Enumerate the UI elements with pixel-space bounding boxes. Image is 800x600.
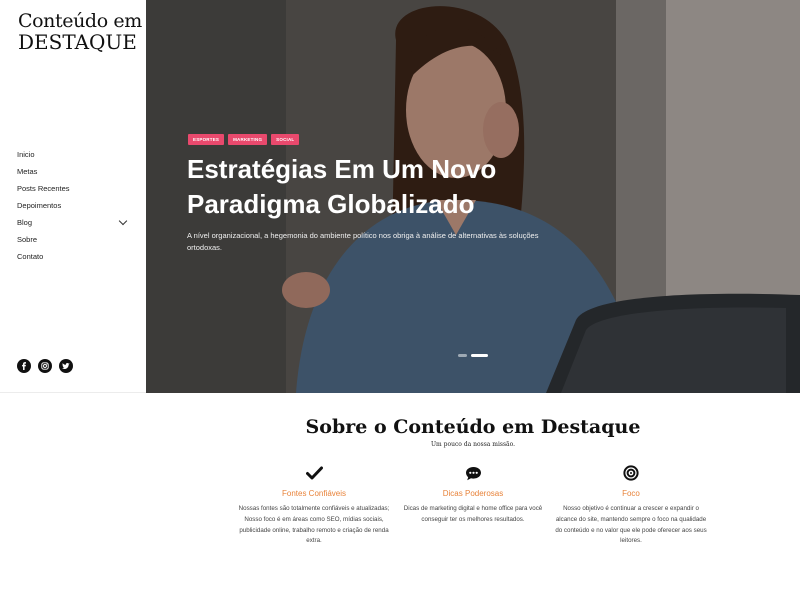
logo-line-1: Conteúdo em [18,10,142,32]
hero-title[interactable]: Estratégias Em Um Novo Paradigma Globali… [187,152,527,222]
nav-item-metas[interactable]: Metas [17,163,129,180]
nav-item-label: Contato [17,252,44,261]
hero-title-line-2: Paradigma Globalizado [187,189,475,219]
logo-line-2: DESTAQUE [18,30,137,54]
chevron-down-icon[interactable] [118,216,128,226]
hero-slider: ESPORTES MARKETING SOCIAL Estratégias Em… [146,0,800,393]
instagram-icon[interactable] [38,359,52,373]
nav-item-inicio[interactable]: Inicio [17,146,129,163]
chat-bubble-icon [393,463,553,483]
nav-item-contato[interactable]: Contato [17,248,129,265]
nav-item-label: Metas [17,167,38,176]
feature-fontes-confiaveis: Fontes Confiáveis Nossas fontes são tota… [234,463,394,547]
slider-dot-2[interactable] [471,354,488,357]
check-icon [234,463,394,483]
feature-foco: Foco Nosso objetivo é continuar a cresce… [551,463,711,547]
twitter-icon[interactable] [59,359,73,373]
facebook-icon[interactable] [17,359,31,373]
nav-item-label: Blog [17,218,33,227]
feature-text: Nossas fontes são totalmente confiáveis … [238,505,390,545]
nav-item-sobre[interactable]: Sobre [17,231,129,248]
slider-pagination [458,354,488,357]
main-nav: Inicio Metas Posts Recentes Depoimentos … [17,146,129,265]
nav-item-label: Posts Recentes [17,184,70,193]
target-icon [551,463,711,483]
tag-social[interactable]: SOCIAL [271,134,300,145]
nav-item-label: Depoimentos [17,201,62,210]
post-tags: ESPORTES MARKETING SOCIAL [188,134,300,145]
about-subtitle: Um pouco da nossa missão. [430,441,516,448]
nav-item-posts-recentes[interactable]: Posts Recentes [17,180,129,197]
feature-text: Dicas de marketing digital e home office… [403,505,543,523]
site-logo[interactable]: Conteúdo em DESTAQUE [18,10,142,54]
social-links [17,359,73,373]
feature-text: Nosso objetivo é continuar a crescer e e… [555,505,707,545]
about-title: Sobre o Conteúdo em Destaque [305,416,641,438]
feature-title: Dicas Poderosas [442,489,504,498]
tag-marketing[interactable]: MARKETING [228,134,268,145]
tag-esportes[interactable]: ESPORTES [188,134,225,145]
hero-description: A nível organizacional, a hegemonia do a… [187,231,539,252]
slider-dot-1[interactable] [458,354,467,357]
nav-item-blog[interactable]: Blog [17,214,129,231]
nav-item-label: Sobre [17,235,38,244]
nav-item-label: Inicio [17,150,35,159]
feature-title: Foco [622,489,640,498]
feature-title: Fontes Confiáveis [281,489,347,498]
hero-title-line-1: Estratégias Em Um Novo [187,154,497,184]
feature-dicas-poderosas: Dicas Poderosas Dicas de marketing digit… [393,463,553,526]
nav-item-depoimentos[interactable]: Depoimentos [17,197,129,214]
sidebar: Conteúdo em DESTAQUE Inicio Metas Posts … [0,0,146,393]
